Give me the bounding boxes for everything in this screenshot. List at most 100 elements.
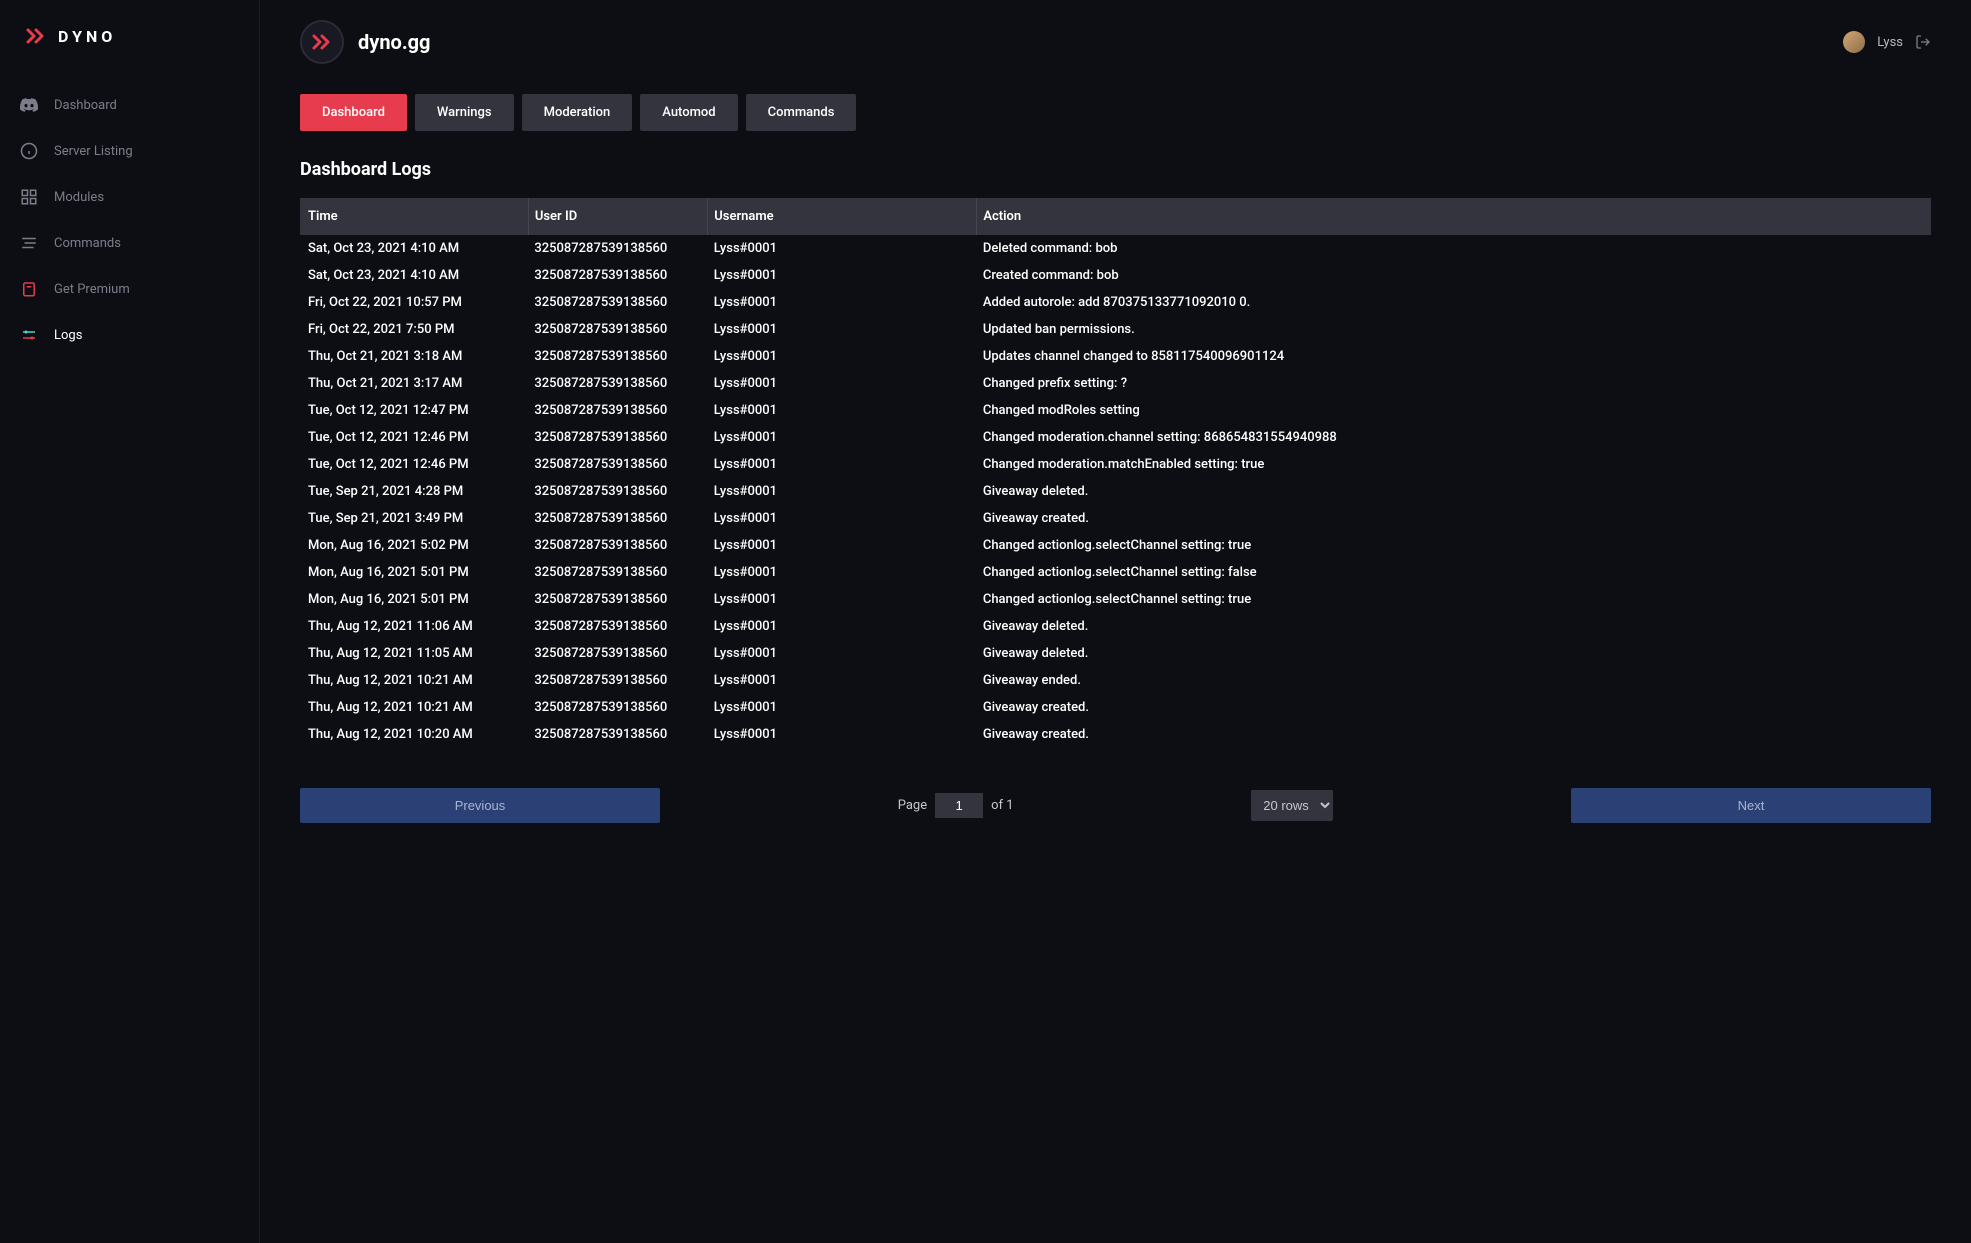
cell-userid: 325087287539138560	[528, 613, 707, 640]
sidebar-item-modules[interactable]: Modules	[0, 174, 259, 220]
cell-action: Deleted command: bob	[977, 235, 1931, 262]
table-row: Thu, Aug 12, 2021 11:06 AM32508728753913…	[300, 613, 1931, 640]
cell-action: Changed modRoles setting	[977, 397, 1931, 424]
cell-username: Lyss#0001	[708, 424, 977, 451]
cell-username: Lyss#0001	[708, 397, 977, 424]
cell-action: Created command: bob	[977, 262, 1931, 289]
page-of-label: of 1	[991, 798, 1013, 813]
table-row: Fri, Oct 22, 2021 10:57 PM32508728753913…	[300, 289, 1931, 316]
sidebar-item-label: Commands	[54, 236, 121, 251]
cell-userid: 325087287539138560	[528, 532, 707, 559]
cell-time: Thu, Aug 12, 2021 10:21 AM	[300, 694, 528, 721]
cell-username: Lyss#0001	[708, 613, 977, 640]
tab-automod[interactable]: Automod	[640, 94, 737, 131]
table-row: Thu, Oct 21, 2021 3:18 AM325087287539138…	[300, 343, 1931, 370]
dyno-logo-icon	[24, 24, 48, 48]
cell-time: Mon, Aug 16, 2021 5:02 PM	[300, 532, 528, 559]
sidebar-item-label: Logs	[54, 328, 82, 343]
tab-dashboard[interactable]: Dashboard	[300, 94, 407, 131]
header: dyno.gg Lyss	[300, 0, 1931, 84]
cell-action: Giveaway deleted.	[977, 640, 1931, 667]
column-header-userid: User ID	[528, 198, 707, 235]
page-input[interactable]	[935, 793, 983, 818]
sidebar-item-server-listing[interactable]: Server Listing	[0, 128, 259, 174]
cell-action: Giveaway created.	[977, 721, 1931, 748]
cell-time: Thu, Aug 12, 2021 11:06 AM	[300, 613, 528, 640]
cell-time: Tue, Oct 12, 2021 12:46 PM	[300, 424, 528, 451]
table-row: Sat, Oct 23, 2021 4:10 AM325087287539138…	[300, 235, 1931, 262]
next-button[interactable]: Next	[1571, 788, 1931, 823]
cell-userid: 325087287539138560	[528, 505, 707, 532]
cell-action: Added autorole: add 870375133771092010 0…	[977, 289, 1931, 316]
sidebar-item-get-premium[interactable]: Get Premium	[0, 266, 259, 312]
cell-time: Mon, Aug 16, 2021 5:01 PM	[300, 586, 528, 613]
cell-action: Changed actionlog.selectChannel setting:…	[977, 532, 1931, 559]
cell-time: Sat, Oct 23, 2021 4:10 AM	[300, 235, 528, 262]
main-content: dyno.gg Lyss DashboardWarningsModeration…	[260, 0, 1971, 1243]
cell-userid: 325087287539138560	[528, 316, 707, 343]
cell-action: Giveaway ended.	[977, 667, 1931, 694]
header-username: Lyss	[1877, 35, 1903, 50]
cell-username: Lyss#0001	[708, 370, 977, 397]
page-title: Dashboard Logs	[300, 159, 1931, 180]
column-header-action: Action	[977, 198, 1931, 235]
sidebar-item-label: Dashboard	[54, 98, 117, 113]
tab-commands[interactable]: Commands	[746, 94, 857, 131]
cell-action: Changed moderation.matchEnabled setting:…	[977, 451, 1931, 478]
server-info[interactable]: dyno.gg	[300, 20, 430, 64]
table-row: Mon, Aug 16, 2021 5:01 PM325087287539138…	[300, 586, 1931, 613]
cell-action: Changed prefix setting: ?	[977, 370, 1931, 397]
cell-username: Lyss#0001	[708, 235, 977, 262]
cell-time: Tue, Oct 12, 2021 12:47 PM	[300, 397, 528, 424]
cell-action: Changed actionlog.selectChannel setting:…	[977, 559, 1931, 586]
table-row: Fri, Oct 22, 2021 7:50 PM325087287539138…	[300, 316, 1931, 343]
cell-userid: 325087287539138560	[528, 667, 707, 694]
cell-userid: 325087287539138560	[528, 397, 707, 424]
table-row: Tue, Oct 12, 2021 12:46 PM32508728753913…	[300, 424, 1931, 451]
sidebar: DYNO Dashboard Server ListingModules Comma…	[0, 0, 260, 1243]
sidebar-item-logs[interactable]: Logs	[0, 312, 259, 358]
table-row: Mon, Aug 16, 2021 5:01 PM325087287539138…	[300, 559, 1931, 586]
pagination: Previous Page of 1 20 rows Next	[300, 788, 1931, 823]
column-header-username: Username	[708, 198, 977, 235]
cell-userid: 325087287539138560	[528, 559, 707, 586]
cell-userid: 325087287539138560	[528, 235, 707, 262]
table-row: Thu, Aug 12, 2021 10:20 AM32508728753913…	[300, 721, 1931, 748]
tabs: DashboardWarningsModerationAutomodComman…	[300, 94, 1931, 131]
discord-icon	[20, 96, 38, 114]
cell-action: Giveaway created.	[977, 505, 1931, 532]
logout-icon[interactable]	[1915, 34, 1931, 50]
cell-action: Giveaway deleted.	[977, 478, 1931, 505]
user-info: Lyss	[1843, 31, 1931, 53]
rows-select[interactable]: 20 rows	[1251, 790, 1333, 821]
sidebar-item-dashboard[interactable]: Dashboard	[0, 82, 259, 128]
cell-userid: 325087287539138560	[528, 343, 707, 370]
cell-action: Updated ban permissions.	[977, 316, 1931, 343]
previous-button[interactable]: Previous	[300, 788, 660, 823]
sidebar-item-commands[interactable]: Commands	[0, 220, 259, 266]
cell-userid: 325087287539138560	[528, 451, 707, 478]
tab-warnings[interactable]: Warnings	[415, 94, 514, 131]
table-row: Sat, Oct 23, 2021 4:10 AM325087287539138…	[300, 262, 1931, 289]
cell-username: Lyss#0001	[708, 316, 977, 343]
cell-time: Thu, Oct 21, 2021 3:18 AM	[300, 343, 528, 370]
column-header-time: Time	[300, 198, 528, 235]
brand-logo[interactable]: DYNO	[0, 0, 259, 72]
table-row: Tue, Sep 21, 2021 3:49 PM325087287539138…	[300, 505, 1931, 532]
cell-userid: 325087287539138560	[528, 721, 707, 748]
cell-time: Fri, Oct 22, 2021 10:57 PM	[300, 289, 528, 316]
table-row: Thu, Oct 21, 2021 3:17 AM325087287539138…	[300, 370, 1931, 397]
lines-icon	[20, 234, 38, 252]
cell-action: Updates channel changed to 8581175400969…	[977, 343, 1931, 370]
cell-time: Sat, Oct 23, 2021 4:10 AM	[300, 262, 528, 289]
table-row: Tue, Sep 21, 2021 4:28 PM325087287539138…	[300, 478, 1931, 505]
cell-userid: 325087287539138560	[528, 370, 707, 397]
cell-action: Changed moderation.channel setting: 8686…	[977, 424, 1931, 451]
avatar[interactable]	[1843, 31, 1865, 53]
cell-userid: 325087287539138560	[528, 289, 707, 316]
cell-username: Lyss#0001	[708, 640, 977, 667]
logs-table: Time User ID Username Action Sat, Oct 23…	[300, 198, 1931, 748]
tab-moderation[interactable]: Moderation	[522, 94, 633, 131]
server-name: dyno.gg	[358, 30, 430, 54]
cell-username: Lyss#0001	[708, 532, 977, 559]
